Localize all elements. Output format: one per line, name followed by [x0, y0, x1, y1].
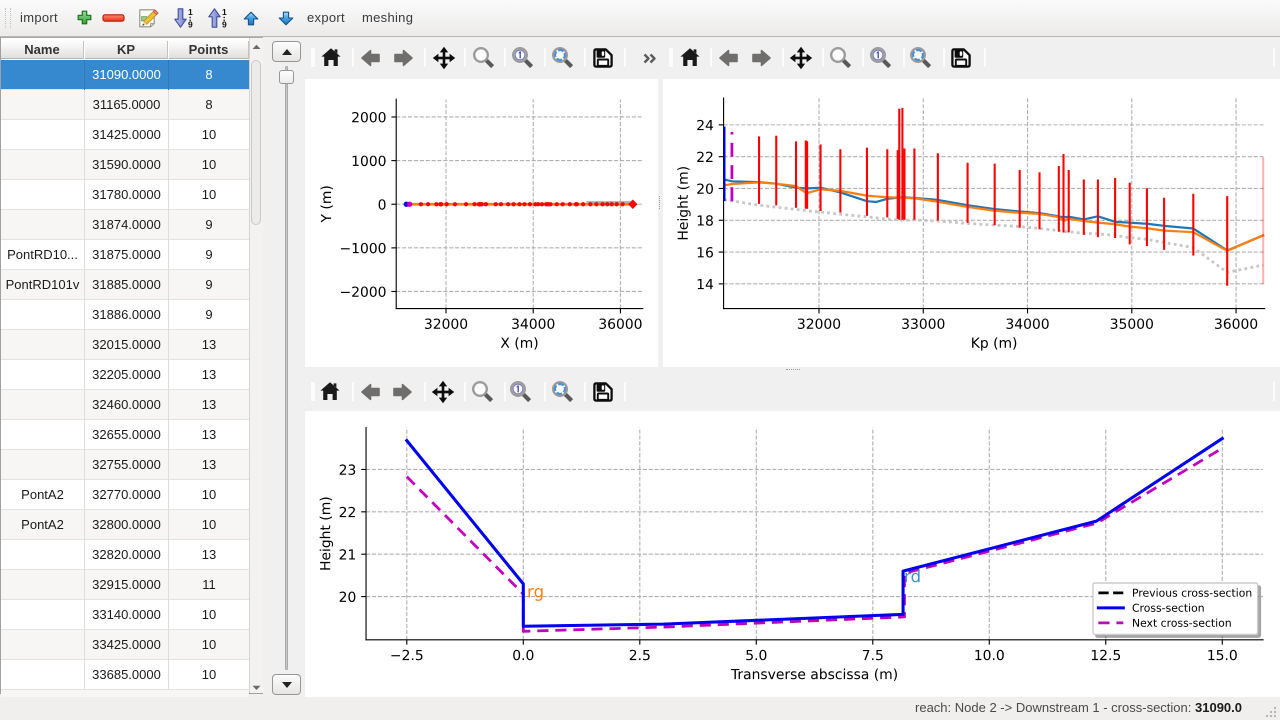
svg-text:1: 1 — [188, 8, 193, 17]
svg-text:1: 1 — [222, 8, 227, 17]
